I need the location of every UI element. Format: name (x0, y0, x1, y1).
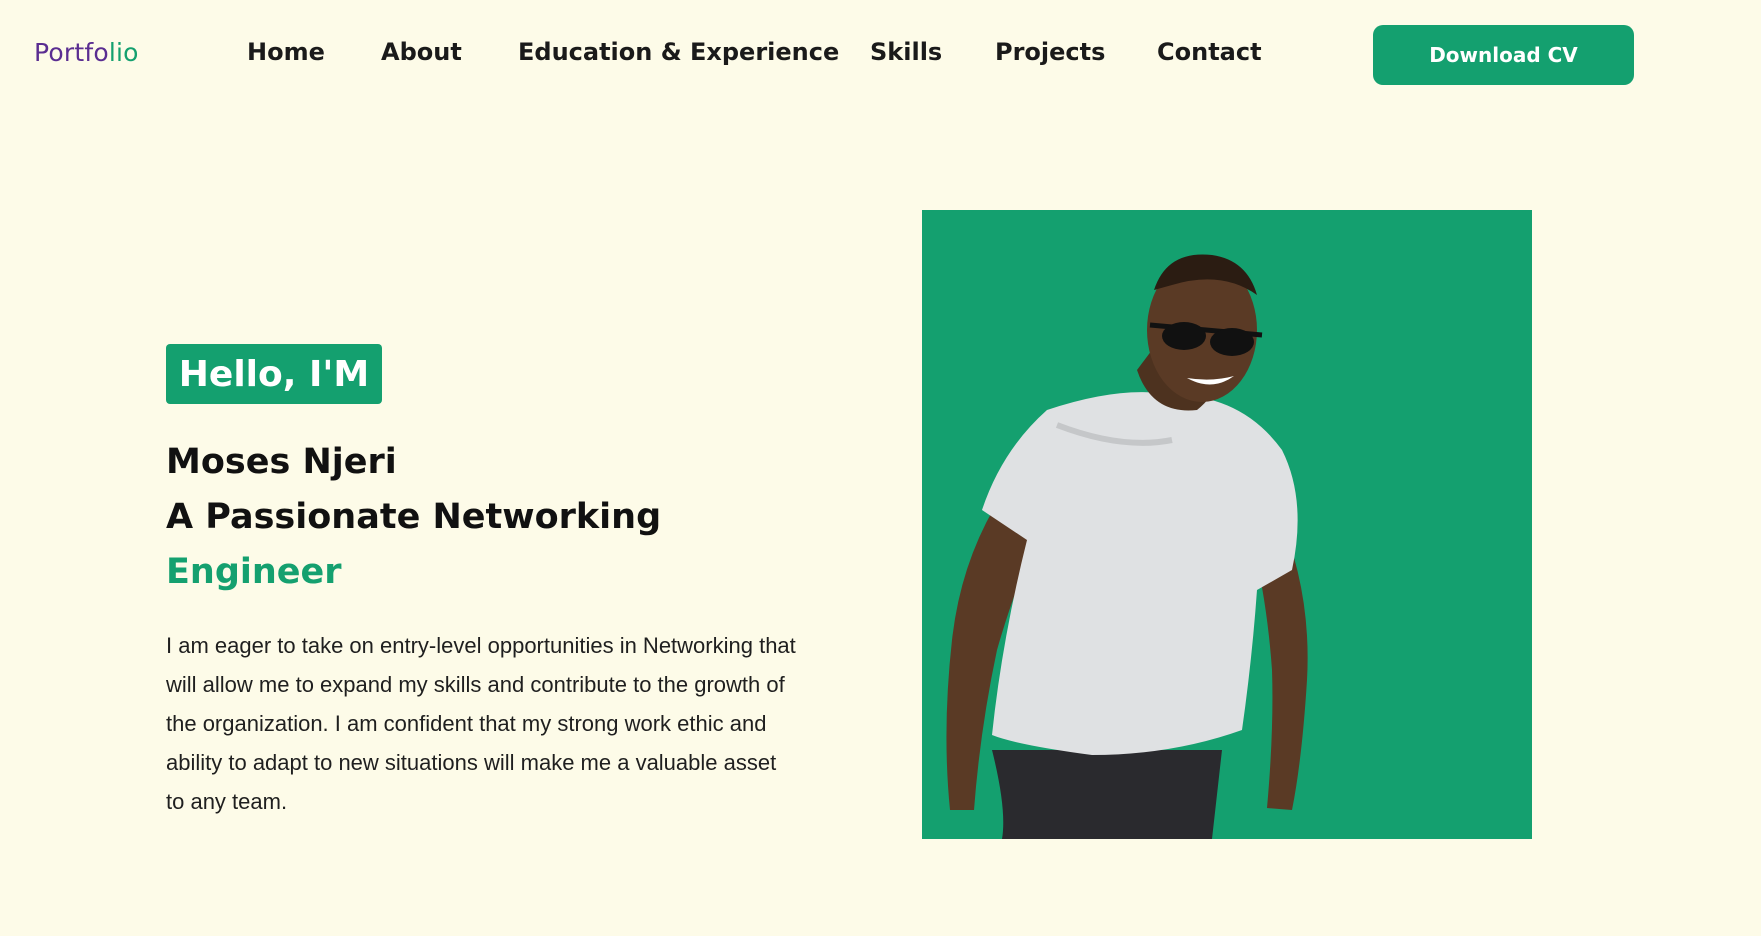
greeting-badge: Hello, I'M (166, 344, 382, 404)
hero-bio: I am eager to take on entry-level opport… (166, 633, 796, 814)
hero-role: Engineer (166, 552, 342, 592)
logo[interactable]: Portfolio (34, 38, 139, 67)
nav-about[interactable]: About (381, 38, 462, 66)
nav-projects[interactable]: Projects (995, 38, 1105, 66)
profile-photo (922, 210, 1532, 839)
hero-tagline: A Passionate Networking (166, 497, 662, 537)
nav-education-experience[interactable]: Education & Experience (518, 38, 839, 66)
logo-part-1: Portfo (34, 38, 109, 67)
profile-photo-illustration (946, 254, 1308, 839)
nav-home[interactable]: Home (247, 38, 325, 66)
download-cv-button[interactable]: Download CV (1373, 25, 1634, 85)
nav-skills[interactable]: Skills (870, 38, 942, 66)
nav-contact[interactable]: Contact (1157, 38, 1262, 66)
hero-name: Moses Njeri (166, 442, 397, 482)
logo-part-2: lio (108, 38, 139, 67)
